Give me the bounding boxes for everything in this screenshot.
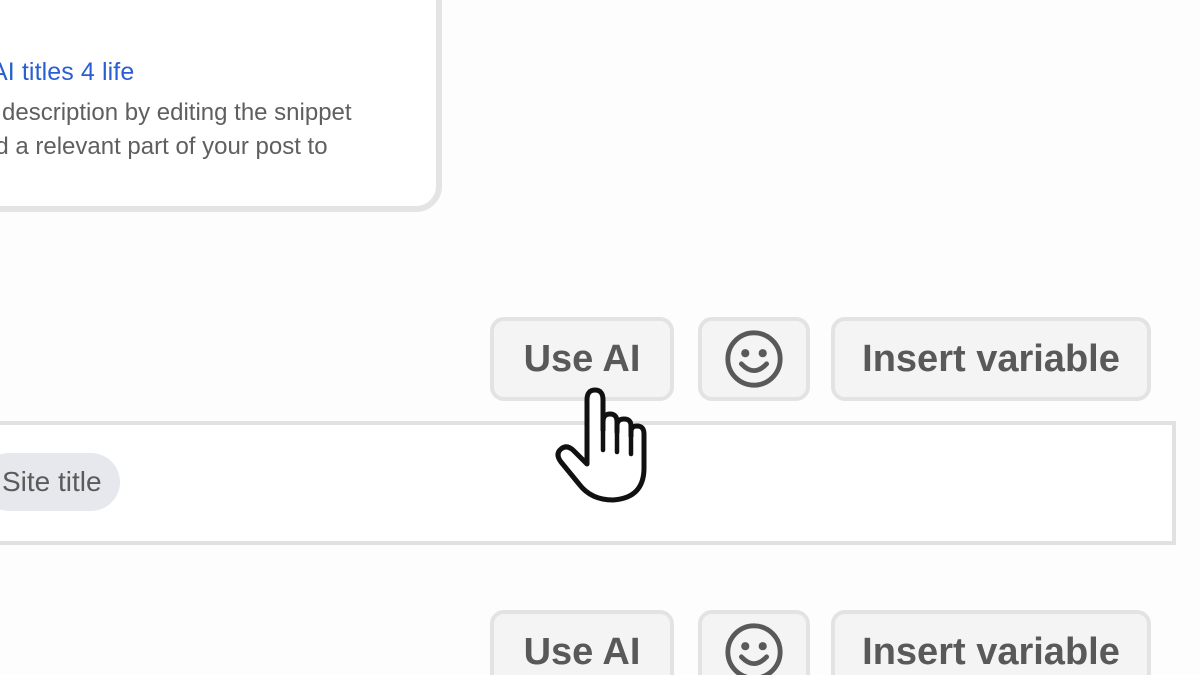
snippet-preview-title[interactable]: AI titles 4 life <box>0 58 134 87</box>
emoji-picker-button-meta[interactable] <box>698 610 810 675</box>
emoji-picker-button[interactable] <box>698 317 810 401</box>
smiley-face-icon <box>725 330 783 388</box>
use-ai-button-meta[interactable]: Use AI <box>490 610 674 675</box>
site-title-variable-pill[interactable]: Site title <box>0 453 120 511</box>
editor-canvas: AI titles 4 life e description by editin… <box>0 0 1200 675</box>
snippet-preview-description-line-2: nd a relevant part of your post to <box>0 133 328 160</box>
insert-variable-button[interactable]: Insert variable <box>831 317 1151 401</box>
snippet-preview-description-line-1: e description by editing the snippet <box>0 99 352 126</box>
use-ai-button[interactable]: Use AI <box>490 317 674 401</box>
smiley-face-icon <box>725 623 783 675</box>
seo-title-input[interactable] <box>0 421 1176 545</box>
insert-variable-button-meta[interactable]: Insert variable <box>831 610 1151 675</box>
